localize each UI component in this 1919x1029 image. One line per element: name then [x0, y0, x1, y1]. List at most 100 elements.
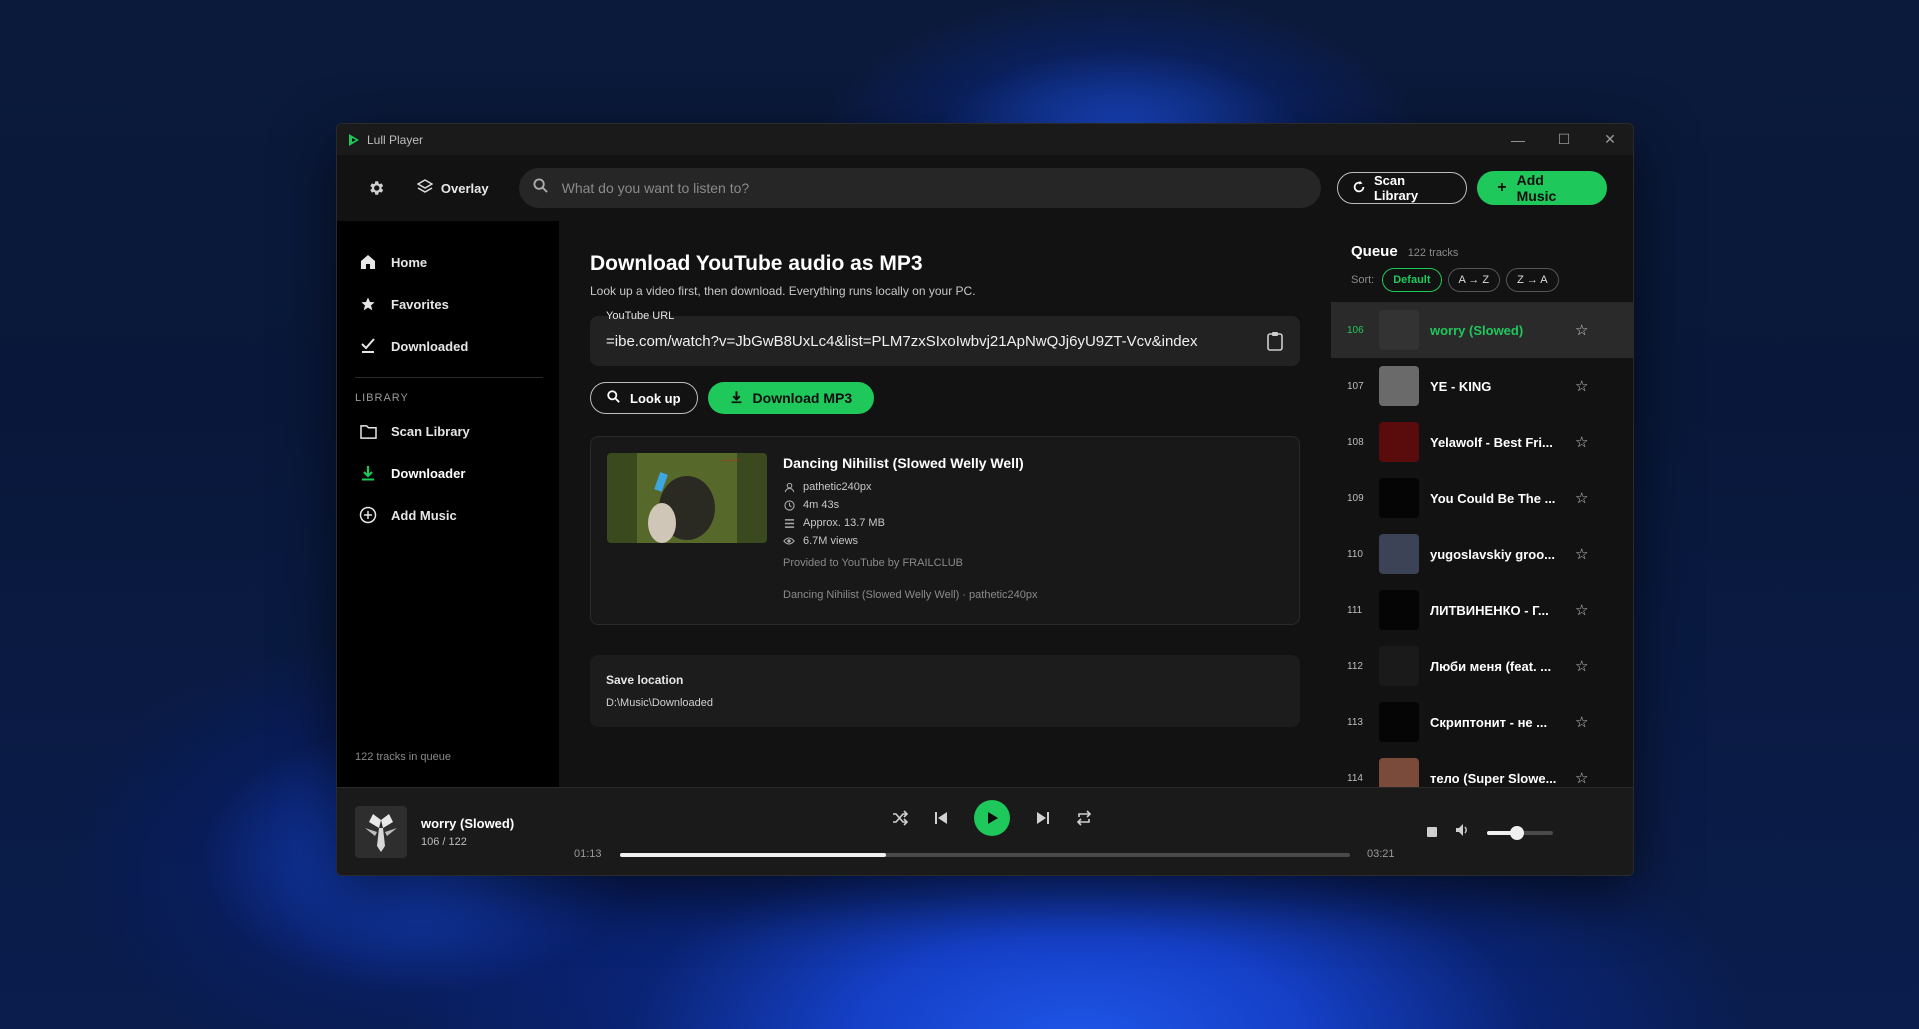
- now-playing-artwork: [355, 806, 407, 858]
- track-number: 108: [1347, 436, 1364, 448]
- favorite-star-icon[interactable]: ☆: [1575, 769, 1588, 787]
- settings-gear-icon[interactable]: [367, 178, 387, 198]
- track-name: Yelawolf - Best Fri...: [1430, 434, 1553, 450]
- sort-default-chip[interactable]: Default: [1382, 268, 1442, 292]
- queue-panel: Queue 122 tracks Sort: Default A → Z Z →…: [1331, 221, 1633, 787]
- add-music-button[interactable]: + Add Music: [1477, 171, 1607, 205]
- track-name: Люби меня (feat. ...: [1430, 658, 1552, 674]
- sidebar-item-home[interactable]: Home: [353, 241, 543, 283]
- queue-track-row[interactable]: 108 Yelawolf - Best Fri... ☆: [1331, 414, 1633, 470]
- track-name: worry (Slowed): [1430, 322, 1524, 338]
- track-name: Скриптонит - не ...: [1430, 714, 1548, 730]
- youtube-url-field[interactable]: YouTube URL ibe.com/watch?v=JbGwB8UxLc4&…: [590, 310, 1300, 366]
- queue-track-row[interactable]: 112 Люби меня (feat. ... ☆: [1331, 638, 1633, 694]
- track-number: 109: [1347, 492, 1364, 504]
- sort-label: Sort:: [1351, 274, 1375, 286]
- stop-icon[interactable]: [1427, 824, 1437, 842]
- downloader-panel: Download YouTube audio as MP3 Look up a …: [559, 221, 1331, 787]
- next-icon[interactable]: [1036, 811, 1050, 825]
- download-mp3-button[interactable]: Download MP3: [707, 382, 875, 414]
- sort-z-a-chip[interactable]: Z → A: [1506, 268, 1559, 292]
- sidebar-item-downloader[interactable]: Downloader: [353, 452, 543, 494]
- save-location-panel[interactable]: Save location D:\Music\Downloaded: [590, 655, 1300, 727]
- sort-controls: Sort: Default A → Z Z → A: [1331, 268, 1633, 292]
- eye-icon: [783, 535, 795, 547]
- volume-icon[interactable]: [1455, 823, 1469, 842]
- maximize-button[interactable]: ☐: [1541, 124, 1587, 155]
- shuffle-icon[interactable]: [892, 810, 908, 826]
- track-artwork: [1379, 310, 1419, 350]
- progress-fill: [620, 853, 887, 857]
- now-playing-position: 106 / 122: [421, 836, 467, 848]
- queue-track-row[interactable]: 106 worry (Slowed) ☆: [1331, 302, 1633, 358]
- sidebar-item-label: Favorites: [391, 296, 449, 312]
- queue-track-row[interactable]: 114 тело (Super Slowe... ☆: [1331, 750, 1633, 787]
- minimize-button[interactable]: —: [1495, 124, 1541, 155]
- track-name: YE - KING: [1430, 378, 1492, 394]
- app-window: Lull Player — ☐ ✕ Overlay Scan Library: [336, 123, 1634, 876]
- plus-circle-icon: [359, 506, 377, 524]
- repeat-icon[interactable]: [1076, 810, 1092, 826]
- queue-track-row[interactable]: 113 Скриптонит - не ... ☆: [1331, 694, 1633, 750]
- sidebar-item-scan-library[interactable]: Scan Library: [353, 410, 543, 452]
- video-channel: pathetic240px: [803, 481, 872, 493]
- sort-a-z-chip[interactable]: A → Z: [1447, 268, 1501, 292]
- favorite-star-icon[interactable]: ☆: [1575, 433, 1588, 451]
- track-number: 106: [1347, 324, 1364, 336]
- search-input[interactable]: [561, 180, 1321, 196]
- search-icon: [607, 390, 620, 406]
- url-field-label: YouTube URL: [606, 310, 675, 322]
- page-subtitle: Look up a video first, then download. Ev…: [590, 284, 976, 298]
- queue-track-row[interactable]: 107 YE - KING ☆: [1331, 358, 1633, 414]
- database-icon: [783, 517, 795, 529]
- now-playing-title: worry (Slowed): [421, 816, 515, 831]
- queue-track-row[interactable]: 109 You Could Be The ... ☆: [1331, 470, 1633, 526]
- sidebar-item-downloaded[interactable]: Downloaded: [353, 325, 543, 367]
- look-up-button[interactable]: Look up: [590, 382, 698, 414]
- sidebar-item-label: Home: [391, 254, 428, 270]
- favorite-star-icon[interactable]: ☆: [1575, 321, 1588, 339]
- track-number: 114: [1347, 772, 1363, 784]
- overlay-button[interactable]: Overlay: [416, 178, 489, 198]
- favorite-star-icon[interactable]: ☆: [1575, 377, 1588, 395]
- track-artwork: [1379, 590, 1419, 630]
- track-number: 113: [1347, 716, 1363, 728]
- volume-slider[interactable]: [1487, 825, 1553, 840]
- close-button[interactable]: ✕: [1587, 124, 1633, 155]
- sidebar: Home Favorites Downloaded LIBRARY Scan L…: [337, 221, 559, 787]
- page-title: Download YouTube audio as MP3: [590, 252, 923, 275]
- app-logo-icon: [347, 133, 361, 147]
- favorite-star-icon[interactable]: ☆: [1575, 545, 1588, 563]
- sidebar-item-add-music[interactable]: Add Music: [353, 494, 543, 536]
- clipboard-icon[interactable]: [1266, 331, 1284, 356]
- progress-bar[interactable]: [620, 853, 1350, 857]
- home-icon: [359, 253, 377, 271]
- favorite-star-icon[interactable]: ☆: [1575, 657, 1588, 675]
- track-name: ЛИТВИНЕНКО - Г...: [1430, 602, 1549, 618]
- queue-track-row[interactable]: 111 ЛИТВИНЕНКО - Г... ☆: [1331, 582, 1633, 638]
- favorite-star-icon[interactable]: ☆: [1575, 601, 1588, 619]
- sidebar-item-favorites[interactable]: Favorites: [353, 283, 543, 325]
- clock-icon: [783, 499, 795, 511]
- url-field-value[interactable]: ibe.com/watch?v=JbGwB8UxLc4&list=PLM7zxS…: [606, 333, 1252, 350]
- video-size: Approx. 13.7 MB: [803, 517, 885, 529]
- volume-knob[interactable]: [1509, 825, 1524, 840]
- look-up-label: Look up: [630, 390, 681, 406]
- search-bar[interactable]: [518, 168, 1321, 208]
- previous-icon[interactable]: [934, 811, 948, 825]
- favorite-star-icon[interactable]: ☆: [1575, 489, 1588, 507]
- sidebar-item-label: Downloader: [391, 465, 466, 481]
- video-size-row: Approx. 13.7 MB: [783, 517, 1038, 529]
- queue-track-row[interactable]: 110 yugoslavskiy groo... ☆: [1331, 526, 1633, 582]
- video-views-row: 6.7M views: [783, 535, 1038, 547]
- video-credit-line: Dancing Nihilist (Slowed Welly Well) · p…: [783, 589, 1038, 601]
- star-icon: [359, 295, 377, 313]
- play-button[interactable]: [974, 800, 1010, 836]
- queue-track-list: 106 worry (Slowed) ☆ 107 YE - KING ☆ 108 Yelawo…: [1331, 302, 1633, 787]
- track-name: You Could Be The ...: [1430, 490, 1556, 506]
- scan-library-button[interactable]: Scan Library: [1336, 172, 1468, 204]
- favorite-star-icon[interactable]: ☆: [1575, 713, 1588, 731]
- queue-count: 122 tracks: [1407, 247, 1459, 259]
- video-thumbnail: ~~~: [607, 453, 767, 543]
- folder-icon: [359, 422, 377, 440]
